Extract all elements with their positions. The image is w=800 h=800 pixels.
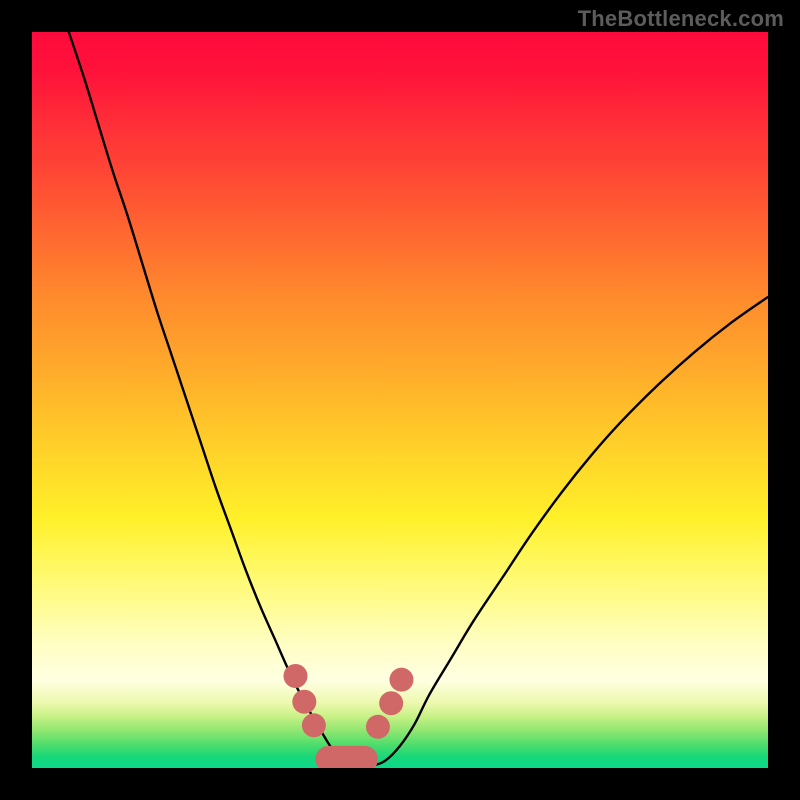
highlight-dot bbox=[302, 713, 326, 737]
plot-area bbox=[32, 32, 768, 768]
bottleneck-curve bbox=[69, 32, 768, 766]
chart-frame: TheBottleneck.com bbox=[0, 0, 800, 800]
curve-layer bbox=[32, 32, 768, 768]
trough-band bbox=[315, 746, 378, 768]
bottleneck-curve-path bbox=[69, 32, 768, 766]
highlight-dot bbox=[366, 715, 390, 739]
highlight-dot bbox=[283, 664, 307, 688]
highlight-dots bbox=[283, 664, 413, 739]
highlight-dot bbox=[389, 668, 413, 692]
highlight-dot bbox=[379, 691, 403, 715]
trough-band-rect bbox=[315, 746, 378, 768]
watermark-label: TheBottleneck.com bbox=[578, 6, 784, 32]
highlight-dot bbox=[292, 690, 316, 714]
